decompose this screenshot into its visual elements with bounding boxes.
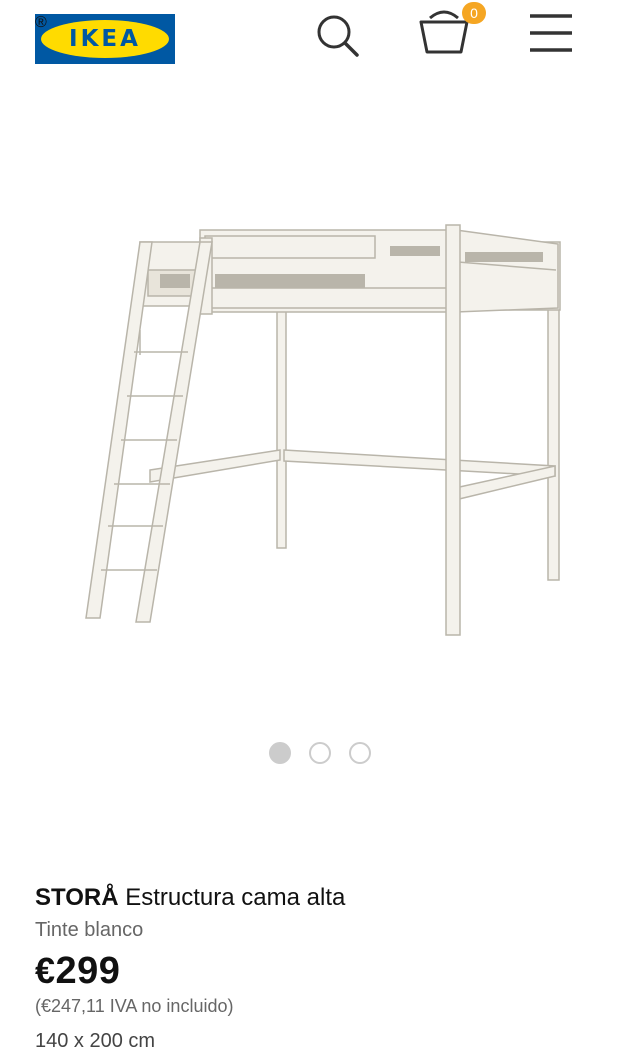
- product-info: STORÅ Estructura cama alta Tinte blanco …: [35, 882, 615, 1055]
- ikea-logo[interactable]: IKEA: [35, 14, 175, 64]
- loft-bed-image: [85, 224, 561, 636]
- product-price: €299: [35, 948, 615, 994]
- price-excl-vat: (€247,11 IVA no incluido): [35, 996, 234, 1016]
- menu-icon: [530, 14, 572, 52]
- registered-mark: ®: [35, 14, 47, 31]
- carousel-dots: [0, 742, 640, 766]
- menu-button[interactable]: [528, 12, 574, 56]
- cart-count-badge: 0: [462, 2, 486, 24]
- price-currency: €: [35, 950, 56, 991]
- carousel-dot-1[interactable]: [268, 742, 291, 764]
- price-value: 299: [55, 950, 121, 992]
- search-icon: [317, 15, 359, 57]
- search-button[interactable]: [314, 12, 360, 58]
- product-variant: Tinte blanco: [35, 919, 144, 941]
- header: IKEA ® 0: [0, 0, 640, 72]
- carousel-dot-3[interactable]: [349, 742, 372, 764]
- product-image[interactable]: [0, 170, 640, 670]
- product-title: STORÅ Estructura cama alta: [35, 882, 615, 914]
- product-brand: STORÅ: [35, 884, 119, 911]
- product-name: Estructura cama alta: [125, 884, 346, 911]
- cart-button[interactable]: 0: [418, 2, 488, 58]
- carousel-dot-2[interactable]: [309, 742, 331, 764]
- product-size: 140 x 200 cm: [35, 1030, 156, 1052]
- logo-text: IKEA: [69, 26, 141, 52]
